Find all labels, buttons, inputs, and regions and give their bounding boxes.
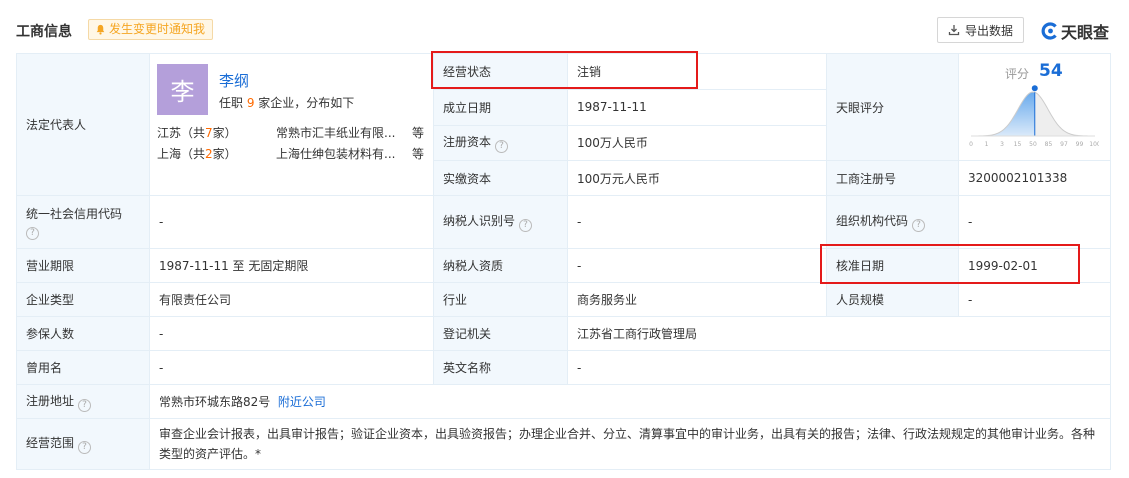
former-name-label: 曾用名 xyxy=(16,350,150,385)
reg-authority-label: 登记机关 xyxy=(433,316,568,351)
table-row: 法定代表人 李 李纲 任职 9 家企业，分布如下 江苏（共7家） 常熟市汇丰纸业… xyxy=(16,52,1111,196)
tianyan-score-label: 天眼评分 xyxy=(826,53,959,161)
legal-rep-label: 法定代表人 xyxy=(16,53,150,196)
paid-capital-label: 实缴资本 xyxy=(433,160,568,196)
reg-no-value: 3200002101338 xyxy=(958,160,1111,196)
staff-size-value: - xyxy=(958,282,1111,317)
score-tick-label: 97 xyxy=(1060,141,1068,148)
org-code-label: 组织机构代码? xyxy=(826,195,959,249)
table-row: 曾用名 - 英文名称 - xyxy=(16,350,1111,385)
insured-value: - xyxy=(149,316,434,351)
insured-label: 参保人数 xyxy=(16,316,150,351)
score-tick-label: 3 xyxy=(1000,141,1004,148)
credit-code-label: 统一社会信用代码? xyxy=(16,195,150,249)
region-company-link[interactable]: 常熟市汇丰纸业有限... xyxy=(276,124,395,141)
status-value: 注销 xyxy=(567,52,827,91)
score-tick-label: 15 xyxy=(1014,141,1022,148)
reg-capital-label: 注册资本? xyxy=(433,124,568,162)
section-title: 工商信息 xyxy=(16,24,72,40)
address-value: 常熟市环城东路82号 xyxy=(159,395,271,409)
help-icon[interactable]: ? xyxy=(912,219,926,232)
reg-capital-value: 100万人民币 xyxy=(567,124,827,162)
score-tick-label: 0 xyxy=(969,141,973,148)
brand-name: 天眼查 xyxy=(1061,23,1110,42)
credit-code-value: - xyxy=(149,195,434,249)
score-label: 评分 xyxy=(1005,67,1030,81)
tianyancha-logo-icon xyxy=(1041,22,1057,40)
table-row: 营业期限 1987-11-11 至 无固定期限 纳税人资质 - 核准日期 199… xyxy=(16,248,1111,283)
former-name-value: - xyxy=(149,350,434,385)
scope-label: 经营范围? xyxy=(16,418,150,470)
score-tick-label: 99 xyxy=(1076,141,1084,148)
help-icon[interactable]: ? xyxy=(495,139,509,153)
avatar[interactable]: 李 xyxy=(157,64,208,115)
score-tick-label: 50 xyxy=(1029,141,1037,148)
export-label: 导出数据 xyxy=(964,23,1013,38)
section-header: 工商信息 发生变更时通知我 导出数据 天眼查 xyxy=(0,0,1129,52)
region-shanghai: 上海（共2家） xyxy=(157,147,237,161)
region-etc: 等 xyxy=(412,126,425,140)
help-icon[interactable]: ? xyxy=(78,441,92,454)
score-curve-fill xyxy=(971,92,1035,136)
established-label: 成立日期 xyxy=(433,89,568,126)
export-data-button[interactable]: 导出数据 xyxy=(937,17,1024,43)
address-value-cell: 常熟市环城东路82号 附近公司 xyxy=(149,384,1111,419)
table-row: 企业类型 有限责任公司 行业 商务服务业 人员规模 - xyxy=(16,282,1111,317)
status-label: 经营状态 xyxy=(433,52,568,91)
region-company-link[interactable]: 上海仕绅包装材料有... xyxy=(276,145,395,162)
industry-label: 行业 xyxy=(433,282,568,317)
taxpayer-qual-label: 纳税人资质 xyxy=(433,248,568,283)
company-type-label: 企业类型 xyxy=(16,282,150,317)
score-tick-label: 1 xyxy=(985,141,989,148)
notify-label: 发生变更时通知我 xyxy=(109,22,206,36)
legal-rep-positions: 任职 9 家企业，分布如下 xyxy=(219,96,355,110)
english-name-value: - xyxy=(567,350,1111,385)
taxpayer-qual-value: - xyxy=(567,248,827,283)
table-row: 参保人数 - 登记机关 江苏省工商行政管理局 xyxy=(16,316,1111,351)
help-icon[interactable]: ? xyxy=(26,226,39,240)
taxpayer-id-label: 纳税人识别号? xyxy=(433,195,568,249)
table-row: 经营范围? 审查企业会计报表，出具审计报告；验证企业资本，出具验资报告；办理企业… xyxy=(16,418,1111,470)
score-distribution-chart: 0 1 3 15 50 85 97 99 100 xyxy=(969,85,1099,148)
region-etc: 等 xyxy=(412,147,425,161)
help-icon[interactable]: ? xyxy=(519,219,533,232)
score-tick-label: 100 xyxy=(1089,141,1099,148)
taxpayer-id-value: - xyxy=(567,195,827,249)
help-icon[interactable]: ? xyxy=(78,398,92,412)
score-marker xyxy=(1031,85,1038,92)
table-row: 注册地址? 常熟市环城东路82号 附近公司 xyxy=(16,384,1111,419)
brand-logo: 天眼查 xyxy=(1041,19,1109,43)
reg-authority-value: 江苏省工商行政管理局 xyxy=(567,316,1111,351)
term-label: 营业期限 xyxy=(16,248,150,283)
english-name-label: 英文名称 xyxy=(433,350,568,385)
bell-icon xyxy=(96,24,105,35)
approval-date-value: 1999-02-01 xyxy=(958,248,1111,283)
established-value: 1987-11-11 xyxy=(567,89,827,126)
industry-value: 商务服务业 xyxy=(567,282,827,317)
score-cell[interactable]: 评分 54 0 1 3 15 50 85 97 99 100 xyxy=(958,53,1111,161)
address-label: 注册地址? xyxy=(16,384,150,419)
staff-size-label: 人员规模 xyxy=(826,282,959,317)
company-info-panel: 工商信息 发生变更时通知我 导出数据 天眼查 法定代表人 李 李纲 任职 9 家… xyxy=(0,0,1129,478)
scope-value: 审查企业会计报表，出具审计报告；验证企业资本，出具验资报告；办理企业合并、分立、… xyxy=(149,418,1111,470)
reg-no-label: 工商注册号 xyxy=(826,160,959,196)
download-icon xyxy=(948,25,960,36)
region-jiangsu: 江苏（共7家） xyxy=(157,126,237,140)
term-value: 1987-11-11 至 无固定期限 xyxy=(149,248,434,283)
legal-rep-name-link[interactable]: 李纲 xyxy=(219,70,249,91)
company-type-value: 有限责任公司 xyxy=(149,282,434,317)
table-row: 统一社会信用代码? - 纳税人识别号? - 组织机构代码? - xyxy=(16,195,1111,249)
approval-date-label: 核准日期 xyxy=(826,248,959,283)
legal-rep-cell: 李 李纲 任职 9 家企业，分布如下 江苏（共7家） 常熟市汇丰纸业有限... … xyxy=(149,53,434,196)
notify-on-change-button[interactable]: 发生变更时通知我 xyxy=(88,19,214,40)
company-info-table: 法定代表人 李 李纲 任职 9 家企业，分布如下 江苏（共7家） 常熟市汇丰纸业… xyxy=(16,52,1111,470)
paid-capital-value: 100万元人民币 xyxy=(567,160,827,196)
nearby-companies-link[interactable]: 附近公司 xyxy=(278,395,326,409)
org-code-value: - xyxy=(958,195,1111,249)
score-value: 54 xyxy=(1039,61,1063,81)
score-tick-label: 85 xyxy=(1045,141,1053,148)
